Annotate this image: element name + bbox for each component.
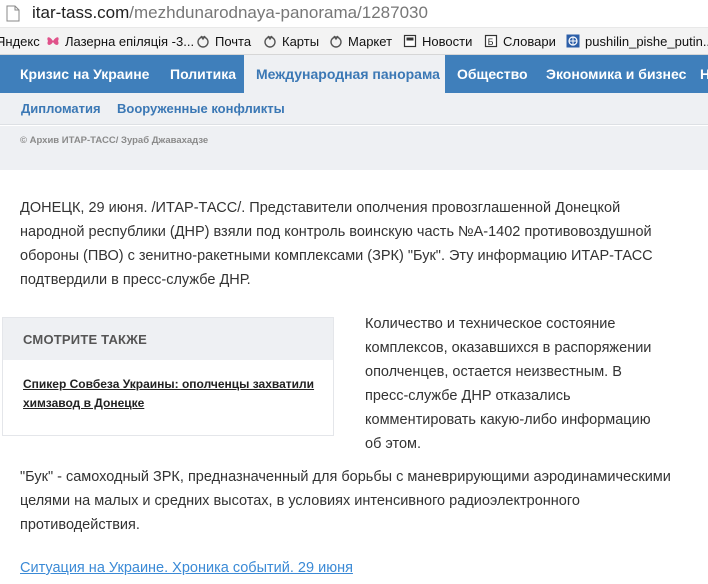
bookmark-label: pushilin_pishe_putin... <box>585 34 708 49</box>
bookmark-label: Маркет <box>348 34 393 49</box>
page-icon <box>403 34 417 48</box>
bookmark-laser[interactable]: Лазерна епіляція -3... <box>46 32 194 51</box>
bookmark-slovari[interactable]: Б Словари <box>484 32 556 51</box>
nav-item-society[interactable]: Общество <box>457 55 528 93</box>
bookmark-pochta[interactable]: Почта <box>196 32 251 51</box>
nav-item-more[interactable]: Н <box>700 55 708 93</box>
bookmarks-bar: Яндекс Лазерна епіляція -3... Почта Карт… <box>0 28 708 55</box>
chronicle-link[interactable]: Ситуация на Украине. Хроника событий. 29… <box>20 560 353 576</box>
dictionary-icon: Б <box>484 34 498 48</box>
nav-item-economy[interactable]: Экономика и бизнес <box>546 55 686 93</box>
url-path: /mezhdunarodnaya-panorama/1287030 <box>129 3 428 22</box>
see-also-box: СМОТРИТЕ ТАКЖЕ Спикер Совбеза Украины: о… <box>2 317 334 436</box>
bookmark-label: Карты <box>282 34 320 49</box>
butterfly-icon <box>47 37 59 45</box>
nav-item-ukraine-crisis[interactable]: Кризис на Украине <box>20 55 149 93</box>
bookmark-novosti[interactable]: Новости <box>403 32 472 51</box>
globe-icon <box>566 34 580 48</box>
bookmark-market[interactable]: Маркет <box>329 32 392 51</box>
see-also-link[interactable]: Спикер Совбеза Украины: ополченцы захват… <box>23 375 323 413</box>
photo-caption-area: © Архив ИТАР-ТАСС/ Зураб Джавахадзе <box>0 126 708 170</box>
photo-credit: © Архив ИТАР-ТАСС/ Зураб Джавахадзе <box>20 135 209 146</box>
bookmark-label: Почта <box>215 34 252 49</box>
url-text[interactable]: itar-tass.com/mezhdunarodnaya-panorama/1… <box>32 3 428 23</box>
nav-item-politics[interactable]: Политика <box>170 55 236 93</box>
bookmark-pushilin[interactable]: pushilin_pishe_putin... <box>566 32 708 51</box>
main-nav: Кризис на Украине Политика Международная… <box>0 55 708 93</box>
article-paragraph-1: ДОНЕЦК, 29 июня. /ИТАР-ТАСС/. Представит… <box>20 200 653 288</box>
bookmark-yandex[interactable]: Яндекс <box>0 32 40 51</box>
page-icon <box>6 5 20 22</box>
see-also-heading: СМОТРИТЕ ТАКЖЕ <box>3 318 333 360</box>
bookmark-label: Яндекс <box>0 34 40 49</box>
bookmark-label: Лазерна епіляція -3... <box>65 34 195 49</box>
bookmark-karty[interactable]: Карты <box>263 32 319 51</box>
bookmark-yandex-icon <box>330 35 342 48</box>
svg-text:Б: Б <box>488 38 494 48</box>
address-bar[interactable]: itar-tass.com/mezhdunarodnaya-panorama/1… <box>0 0 708 28</box>
nav-item-international[interactable]: Международная панорама <box>244 55 445 93</box>
sub-nav: Дипломатия Вооруженные конфликты <box>0 93 708 125</box>
article-paragraph-3: "Бук" - самоходный ЗРК, предназначенный … <box>20 469 671 533</box>
bookmark-label: Новости <box>422 34 473 49</box>
bookmark-yandex-icon <box>264 35 276 48</box>
bookmark-yandex-icon <box>197 35 209 48</box>
bookmark-label: Словари <box>503 34 556 49</box>
url-host: itar-tass.com <box>32 3 130 22</box>
article-paragraph-2: Количество и техническое состояние компл… <box>365 316 652 452</box>
subnav-item-diplomacy[interactable]: Дипломатия <box>21 101 101 116</box>
subnav-item-armed-conflicts[interactable]: Вооруженные конфликты <box>117 101 285 116</box>
